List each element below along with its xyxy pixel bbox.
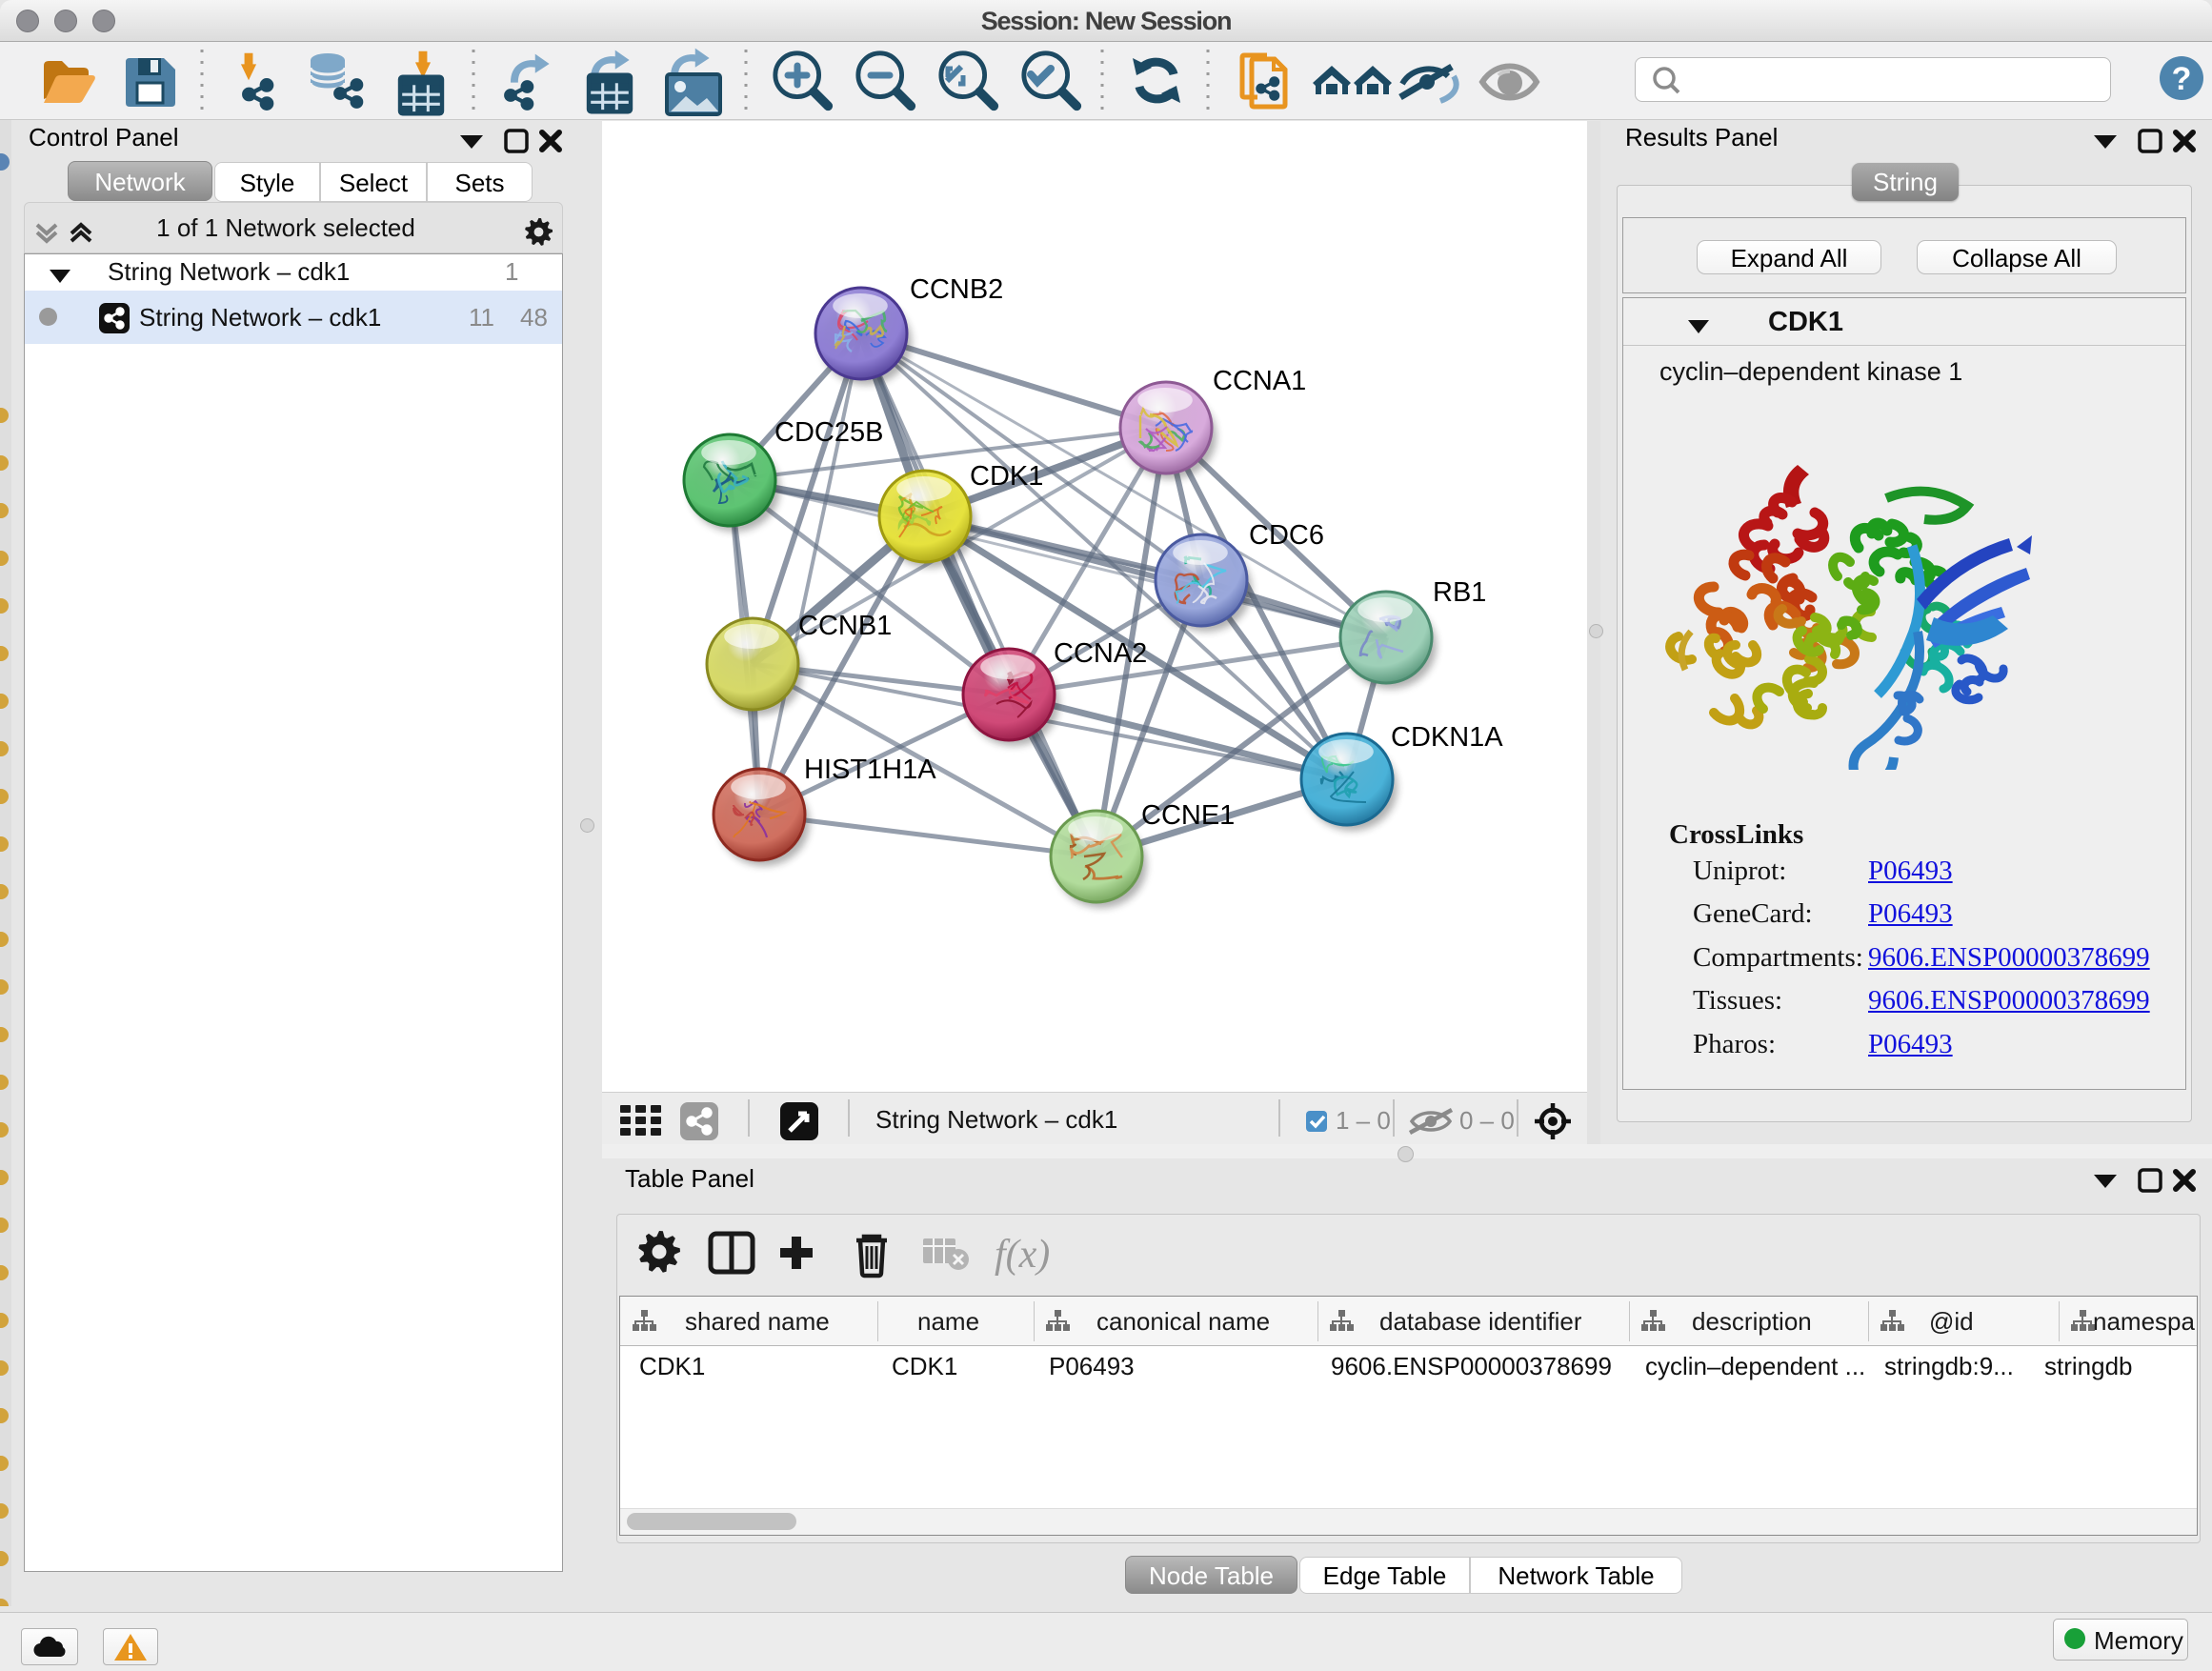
svg-text:CCNA2: CCNA2 bbox=[1054, 638, 1147, 669]
svg-text:CDC6: CDC6 bbox=[1249, 520, 1324, 551]
svg-text:f(x): f(x) bbox=[995, 1233, 1050, 1277]
svg-text:CCNE1: CCNE1 bbox=[1141, 800, 1235, 831]
svg-text:CCNB2: CCNB2 bbox=[910, 274, 1003, 305]
svg-text:HIST1H1A: HIST1H1A bbox=[804, 755, 936, 785]
svg-text:CDK1: CDK1 bbox=[970, 461, 1043, 492]
svg-text:CCNB1: CCNB1 bbox=[798, 611, 892, 641]
svg-text:?: ? bbox=[2172, 61, 2192, 97]
svg-text:RB1: RB1 bbox=[1433, 577, 1486, 608]
svg-text:CDC25B: CDC25B bbox=[774, 417, 883, 448]
svg-text:CCNA1: CCNA1 bbox=[1213, 366, 1306, 396]
svg-text:CDKN1A: CDKN1A bbox=[1391, 722, 1503, 753]
